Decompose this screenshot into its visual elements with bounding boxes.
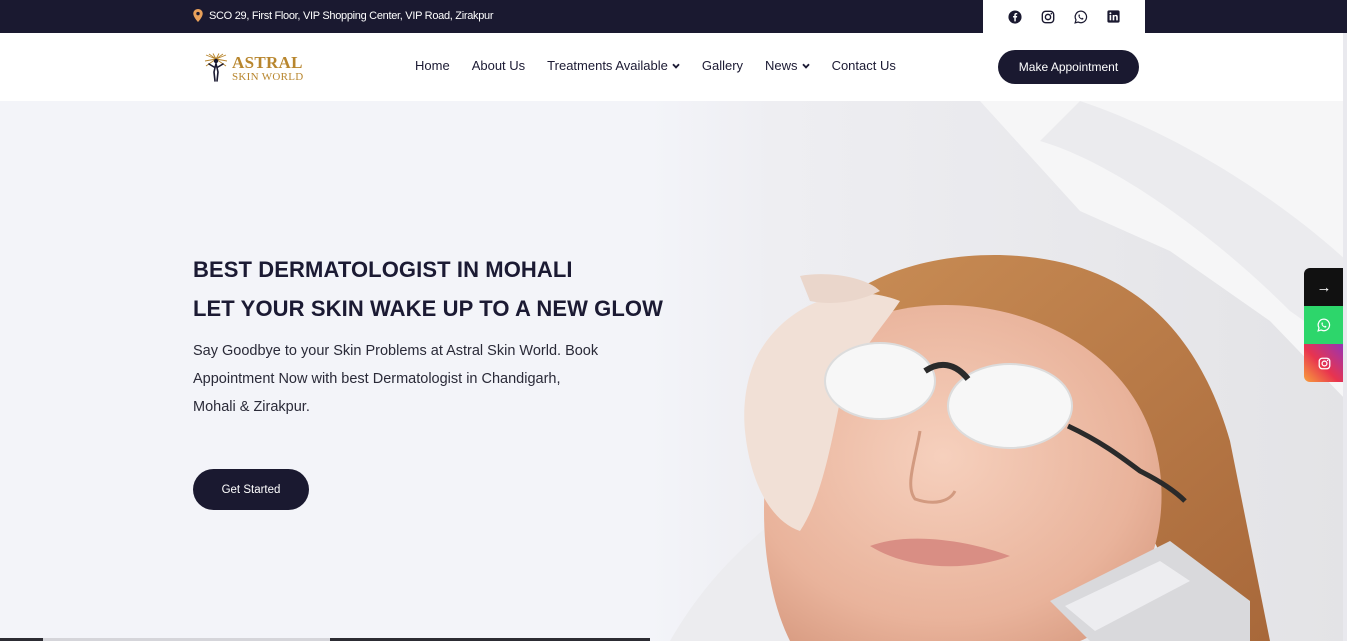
nav-contact-us-label: Contact Us — [831, 58, 896, 73]
linkedin-icon[interactable] — [1106, 9, 1121, 24]
logo-figure-icon — [204, 53, 228, 82]
floating-contact-bar: → — [1304, 268, 1344, 382]
address: SCO 29, First Floor, VIP Shopping Center… — [193, 9, 494, 22]
instagram-float-button[interactable] — [1304, 344, 1344, 382]
nav-news[interactable]: News — [765, 58, 810, 73]
hero-description-line: Appointment Now with best Dermatologist … — [193, 371, 561, 387]
nav-about-us-label: About Us — [471, 58, 526, 73]
nav-treatments-available[interactable]: Treatments Available — [547, 58, 680, 73]
hero-heading-secondary: LET YOUR SKIN WAKE UP TO A NEW GLOW — [193, 296, 664, 321]
nav-home-label: Home — [415, 58, 450, 73]
nav-home[interactable]: Home — [415, 58, 450, 73]
nav-contact-us[interactable]: Contact Us — [832, 58, 896, 73]
whatsapp-icon[interactable] — [1073, 9, 1088, 24]
chevron-down-icon — [801, 63, 810, 69]
hero-heading-primary: BEST DERMATOLOGIST IN MOHALI — [193, 257, 573, 282]
get-started-button[interactable]: Get Started — [193, 469, 309, 510]
logo-title: ASTRAL — [232, 52, 303, 72]
whatsapp-float-button[interactable] — [1304, 306, 1344, 344]
nav-gallery[interactable]: Gallery — [702, 58, 743, 73]
nav-treatments-label: Treatments Available — [547, 58, 668, 73]
hero-description-line: Say Goodbye to your Skin Problems at Ast… — [193, 343, 599, 359]
arrow-right-icon[interactable]: → — [1304, 268, 1344, 306]
primary-menu: Home About Us Treatments Available Galle… — [415, 58, 896, 73]
hero-section: BEST DERMATOLOGIST IN MOHALI LET YOUR SK… — [0, 101, 1347, 641]
instagram-icon — [1318, 357, 1330, 369]
facebook-icon[interactable] — [1007, 9, 1022, 24]
chevron-down-icon — [672, 63, 680, 69]
site-logo[interactable]: ASTRAL SKIN WORLD — [203, 53, 304, 83]
nav-gallery-label: Gallery — [701, 58, 744, 73]
address-text: SCO 29, First Floor, VIP Shopping Center… — [209, 9, 494, 22]
hero-description-line: Mohali & Zirakpur. — [193, 399, 310, 415]
nav-news-label: News — [765, 58, 798, 73]
nav-about-us[interactable]: About Us — [472, 58, 525, 73]
hero-description: Say Goodbye to your Skin Problems at Ast… — [193, 337, 623, 421]
main-navbar: ASTRAL SKIN WORLD Home About Us Treatmen… — [0, 33, 1343, 101]
logo-subtitle: SKIN WORLD — [232, 70, 304, 83]
make-appointment-button[interactable]: Make Appointment — [998, 50, 1139, 84]
top-bar: SCO 29, First Floor, VIP Shopping Center… — [0, 0, 1347, 33]
page-scrollbar[interactable] — [1343, 33, 1347, 641]
hero-image — [650, 101, 1347, 641]
instagram-icon[interactable] — [1040, 9, 1055, 24]
whatsapp-icon — [1317, 318, 1331, 332]
social-links — [983, 0, 1145, 33]
location-pin-icon — [193, 9, 203, 22]
